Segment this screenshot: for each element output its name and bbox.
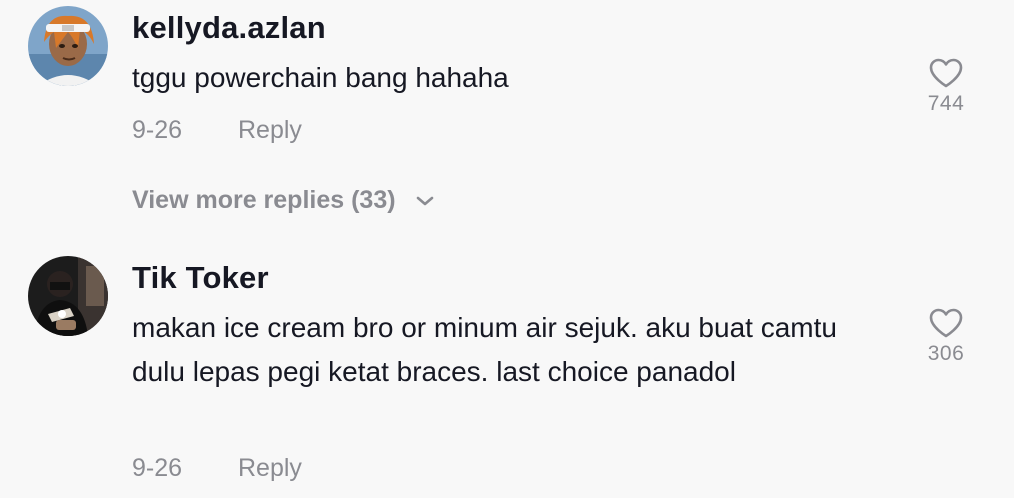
- avatar[interactable]: [28, 6, 108, 86]
- comment-meta: 9-26 Reply: [132, 116, 302, 145]
- reply-button[interactable]: Reply: [238, 454, 302, 483]
- avatar[interactable]: [28, 256, 108, 336]
- heart-icon[interactable]: [929, 58, 963, 88]
- comment-date: 9-26: [132, 116, 183, 144]
- heart-icon[interactable]: [929, 308, 963, 338]
- reply-button[interactable]: Reply: [238, 116, 302, 145]
- chevron-down-icon: [416, 197, 433, 206]
- like-count: 306: [927, 342, 965, 365]
- comment-text: tggu powerchain bang hahaha: [132, 62, 509, 93]
- comment-date: 9-26: [132, 454, 183, 482]
- comment-text: makan ice cream bro or minum air sejuk. …: [132, 312, 837, 387]
- comment-username[interactable]: kellyda.azlan: [132, 10, 326, 46]
- view-more-replies-label: View more replies (33): [132, 186, 396, 214]
- like-button[interactable]: 744: [922, 58, 970, 116]
- comment-username[interactable]: Tik Toker: [132, 260, 269, 296]
- comment-meta: 9-26 Reply: [132, 454, 302, 483]
- like-button[interactable]: 306: [922, 308, 970, 366]
- like-count: 744: [927, 92, 965, 115]
- view-more-replies-button[interactable]: View more replies (33): [132, 186, 435, 215]
